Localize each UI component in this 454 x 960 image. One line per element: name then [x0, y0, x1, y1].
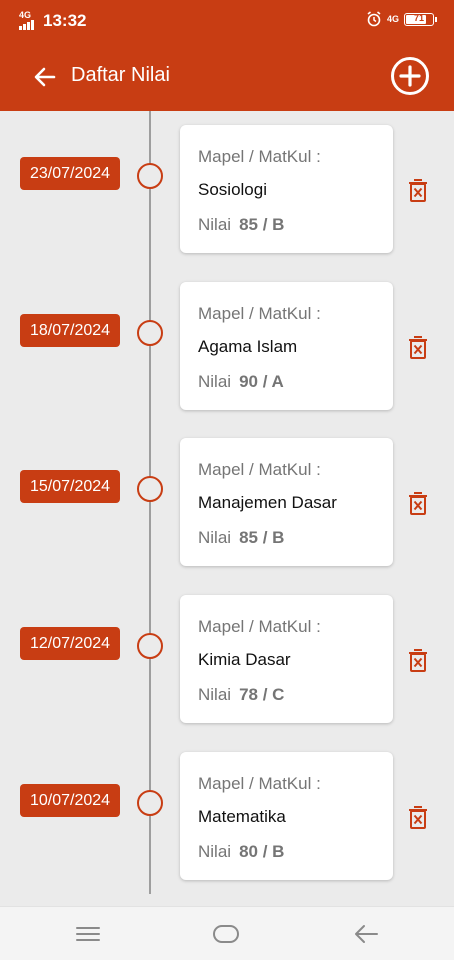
subject-name: Kimia Dasar: [198, 650, 291, 669]
date-badge: 10/07/2024: [20, 784, 120, 817]
subject-label: Mapel / MatKul :: [198, 774, 321, 793]
grade-list: 23/07/2024 Mapel / MatKul : Sosiologi Ni…: [0, 111, 454, 906]
list-item: 23/07/2024 Mapel / MatKul : Sosiologi Ni…: [0, 111, 454, 253]
grade-value: 90 / A: [239, 372, 284, 391]
timeline-node-icon: [137, 320, 163, 346]
grade-prefix: Nilai: [198, 372, 232, 391]
grade-prefix: Nilai: [198, 842, 232, 861]
grade-line: Nilai 85 / B: [198, 528, 284, 548]
delete-icon[interactable]: [405, 177, 431, 203]
timeline-node-icon: [137, 476, 163, 502]
system-nav-bar: [0, 906, 454, 960]
date-badge: 18/07/2024: [20, 314, 120, 347]
grade-line: Nilai 78 / C: [198, 685, 284, 705]
grade-card[interactable]: Mapel / MatKul : Matematika Nilai 80 / B: [180, 752, 393, 880]
status-bar: 4G 13:32 4G 71: [0, 0, 454, 40]
clock: 13:32: [43, 11, 87, 30]
grade-card[interactable]: Mapel / MatKul : Kimia Dasar Nilai 78 / C: [180, 595, 393, 723]
delete-icon[interactable]: [405, 647, 431, 673]
subject-label: Mapel / MatKul :: [198, 304, 321, 323]
grade-card[interactable]: Mapel / MatKul : Manajemen Dasar Nilai 85…: [180, 438, 393, 566]
grade-value: 78 / C: [239, 685, 285, 704]
subject-name: Sosiologi: [198, 180, 267, 199]
subject-label: Mapel / MatKul :: [198, 460, 321, 479]
timeline-node-icon: [137, 633, 163, 659]
date-badge: 23/07/2024: [20, 157, 120, 190]
delete-icon[interactable]: [405, 804, 431, 830]
timeline-node-icon: [137, 163, 163, 189]
network-type: 4G: [19, 10, 32, 20]
list-item: 15/07/2024 Mapel / MatKul : Manajemen Da…: [0, 424, 454, 566]
subject-label: Mapel / MatKul :: [198, 617, 321, 636]
grade-prefix: Nilai: [198, 528, 232, 547]
grade-line: Nilai 85 / B: [198, 215, 284, 235]
delete-icon[interactable]: [405, 490, 431, 516]
subject-name: Agama Islam: [198, 337, 298, 356]
grade-line: Nilai 90 / A: [198, 372, 284, 392]
grade-card[interactable]: Mapel / MatKul : Agama Islam Nilai 90 / A: [180, 282, 393, 410]
network-type-right: 4G: [386, 14, 399, 24]
page-title: Daftar Nilai: [71, 64, 170, 86]
timeline-node-icon: [137, 790, 163, 816]
grade-line: Nilai 80 / B: [198, 842, 284, 862]
grade-value: 85 / B: [239, 528, 285, 547]
date-badge: 15/07/2024: [20, 470, 120, 503]
home-icon[interactable]: [212, 921, 240, 947]
grade-value: 85 / B: [239, 215, 285, 234]
alarm-icon: [367, 11, 381, 27]
arrow-left-icon[interactable]: [30, 62, 60, 92]
grade-value: 80 / B: [239, 842, 285, 861]
signal-indicator: 4G: [19, 11, 37, 30]
menu-icon[interactable]: [74, 921, 102, 947]
grade-prefix: Nilai: [198, 685, 232, 704]
signal-icon: [19, 20, 34, 30]
app-bar: Daftar Nilai: [0, 40, 454, 111]
subject-name: Matematika: [198, 807, 286, 826]
subject-label: Mapel / MatKul :: [198, 147, 321, 166]
subject-name: Manajemen Dasar: [198, 493, 337, 512]
grade-card[interactable]: Mapel / MatKul : Sosiologi Nilai 85 / B: [180, 125, 393, 253]
list-item: 10/07/2024 Mapel / MatKul : Matematika N…: [0, 738, 454, 880]
battery-icon: 71: [404, 12, 437, 26]
back-icon[interactable]: [352, 921, 380, 947]
list-item: 18/07/2024 Mapel / MatKul : Agama Islam …: [0, 268, 454, 410]
battery-level: 71: [413, 12, 424, 23]
date-badge: 12/07/2024: [20, 627, 120, 660]
delete-icon[interactable]: [405, 334, 431, 360]
list-item: 12/07/2024 Mapel / MatKul : Kimia Dasar …: [0, 581, 454, 723]
grade-prefix: Nilai: [198, 215, 232, 234]
add-circle-icon[interactable]: [390, 56, 430, 96]
